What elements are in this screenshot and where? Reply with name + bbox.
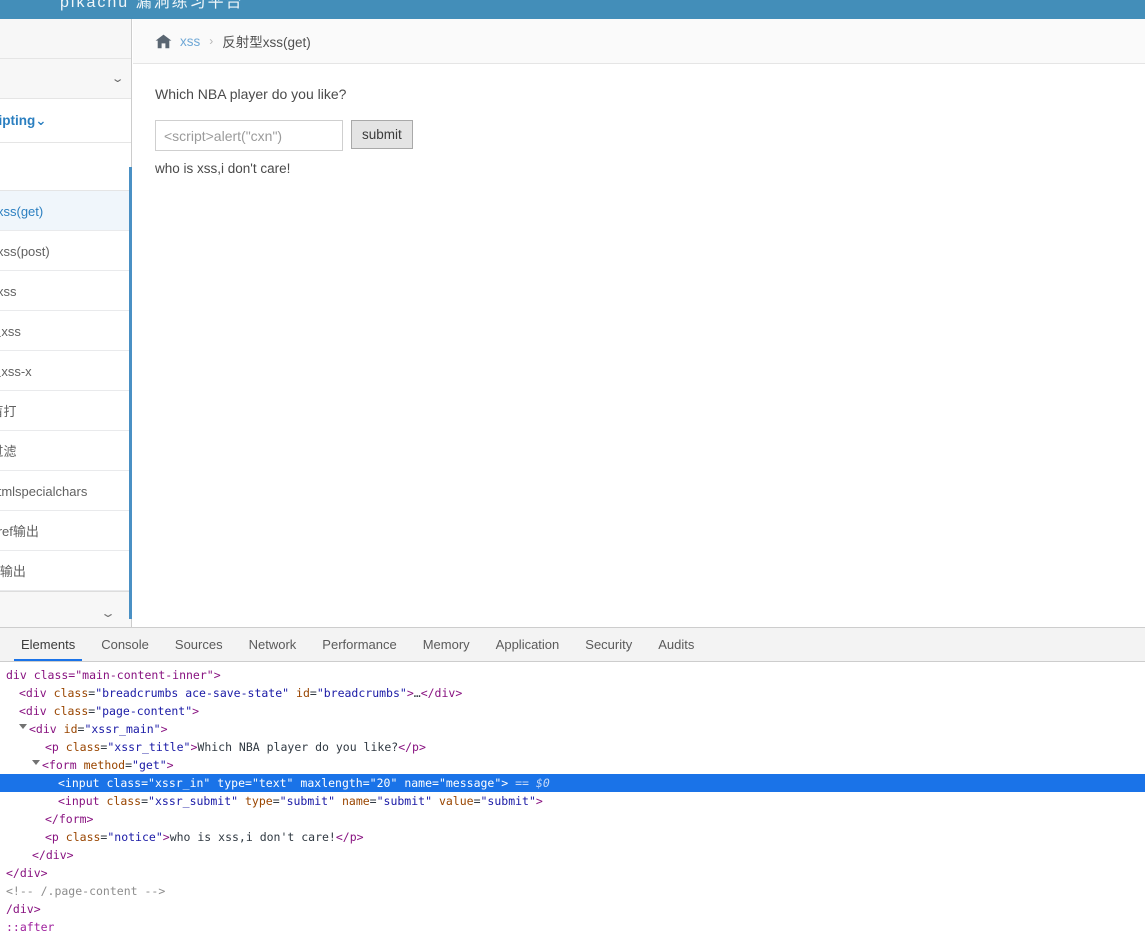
top-navbar-title: pikachu 漏洞练习平台 xyxy=(60,0,244,11)
browser-viewport: 言语译⌄te Scripting⌄反射型xss(get)反射型xss(post)… xyxy=(0,19,1145,627)
sidebar: 言语译⌄te Scripting⌄反射型xss(get)反射型xss(post)… xyxy=(0,19,132,627)
sidebar-subitem-5[interactable]: xss之盲打 xyxy=(0,391,131,431)
devtools-tab-sources[interactable]: Sources xyxy=(162,628,236,661)
sidebar-subitem-8[interactable]: xss之href输出 xyxy=(0,511,131,551)
page-content: Which NBA player do you like? who is xss… xyxy=(133,64,1145,176)
sidebar-subitem-label: xss之href输出 xyxy=(0,524,39,539)
notice-text: who is xss,i don't care! xyxy=(155,161,291,176)
sidebar-subitem-label: xss之过滤 xyxy=(0,444,17,459)
dom-line-5[interactable]: <form method="get"> xyxy=(0,756,1145,774)
breadcrumb-separator: › xyxy=(209,34,214,48)
sidebar-item-0[interactable]: 言语 xyxy=(0,19,131,59)
disclosure-triangle-icon[interactable] xyxy=(19,724,27,733)
sidebar-item-1[interactable]: 译⌄ xyxy=(0,59,131,99)
home-icon[interactable] xyxy=(155,34,172,49)
dom-line-9[interactable]: <p class="notice">who is xss,i don't car… xyxy=(0,828,1145,846)
devtools-tab-console[interactable]: Console xyxy=(88,628,162,661)
app-root: pikachu 漏洞练习平台 言语译⌄te Scripting⌄反射型xss(g… xyxy=(0,0,1145,936)
dom-line-8[interactable]: </form> xyxy=(0,810,1145,828)
breadcrumb-link-xss[interactable]: xss xyxy=(180,34,200,49)
dom-line-4[interactable]: <p class="xssr_title">Which NBA player d… xyxy=(0,738,1145,756)
breadcrumb-current: 反射型xss(get) xyxy=(222,35,311,50)
sidebar-collapse-toggle[interactable]: ⌄ xyxy=(0,591,131,627)
sidebar-subitem-3[interactable]: DOM型xss xyxy=(0,311,131,351)
dom-line-12[interactable]: <!-- /.page-content --> xyxy=(0,882,1145,900)
devtools-tab-performance[interactable]: Performance xyxy=(309,628,409,661)
disclosure-triangle-icon[interactable] xyxy=(32,760,40,769)
sidebar-subitem-label: 存储型xss xyxy=(0,284,17,299)
sidebar-subitem-0[interactable]: 反射型xss(get) xyxy=(0,191,131,231)
dom-line-7[interactable]: <input class="xssr_submit" type="submit"… xyxy=(0,792,1145,810)
page-title: Which NBA player do you like? xyxy=(155,86,347,102)
dom-line-1[interactable]: <div class="breadcrumbs ace-save-state" … xyxy=(0,684,1145,702)
devtools-panel: Elements Console Sources Network Performance… xyxy=(0,627,1145,936)
sidebar-subitem-label: xss之盲打 xyxy=(0,404,17,419)
message-input[interactable] xyxy=(155,120,343,151)
chevron-down-icon: ⌄ xyxy=(35,112,47,128)
devtools-dom-tree[interactable]: div class="main-content-inner"> <div clas… xyxy=(0,662,1145,936)
sidebar-subitem-label: 反射型xss(post) xyxy=(0,244,50,259)
sidebar-subitem-label: DOM型xss xyxy=(0,324,21,339)
main-content: xss › 反射型xss(get) Which NBA player do yo… xyxy=(133,19,1145,627)
devtools-tab-bar: Elements Console Sources Network Performance… xyxy=(0,628,1145,662)
top-navbar: pikachu 漏洞练习平台 xyxy=(0,0,1145,19)
sidebar-subitem-label: xss之htmlspecialchars xyxy=(0,484,88,499)
devtools-tab-audits[interactable]: Audits xyxy=(645,628,707,661)
sidebar-scroll: 言语译⌄te Scripting⌄反射型xss(get)反射型xss(post)… xyxy=(0,19,131,591)
sidebar-subitem-6[interactable]: xss之过滤 xyxy=(0,431,131,471)
sidebar-subitem-label: 反射型xss(get) xyxy=(0,204,44,219)
devtools-tab-application[interactable]: Application xyxy=(483,628,573,661)
sidebar-item-label: 译 xyxy=(0,69,107,88)
sidebar-subitem-9[interactable]: xss之js输出 xyxy=(0,551,131,591)
chevron-down-icon: ⌄ xyxy=(110,73,125,85)
devtools-tab-network[interactable]: Network xyxy=(236,628,310,661)
sidebar-item-label: 言语 xyxy=(0,29,122,48)
dom-line-10[interactable]: </div> xyxy=(0,846,1145,864)
dom-line-11[interactable]: </div> xyxy=(0,864,1145,882)
dom-line-0[interactable]: div class="main-content-inner"> xyxy=(0,666,1145,684)
xss-form xyxy=(155,120,1145,151)
submit-button[interactable] xyxy=(351,120,413,149)
dom-line-13[interactable]: /div> xyxy=(0,900,1145,918)
sidebar-subitem-label: DOM型xss-x xyxy=(0,364,32,379)
sidebar-active-rail xyxy=(129,167,132,619)
chevron-down-icon: ⌄ xyxy=(99,606,117,620)
sidebar-subitem-label: xss之js输出 xyxy=(0,564,26,579)
dom-line-14[interactable]: ::after xyxy=(0,918,1145,936)
sidebar-spacer xyxy=(0,143,131,191)
sidebar-subitem-7[interactable]: xss之htmlspecialchars xyxy=(0,471,131,511)
dom-line-2[interactable]: <div class="page-content"> xyxy=(0,702,1145,720)
sidebar-subitem-2[interactable]: 存储型xss xyxy=(0,271,131,311)
dom-line-3[interactable]: <div id="xssr_main"> xyxy=(0,720,1145,738)
devtools-tab-memory[interactable]: Memory xyxy=(410,628,483,661)
breadcrumb: xss › 反射型xss(get) xyxy=(133,19,1145,64)
sidebar-subitem-1[interactable]: 反射型xss(post) xyxy=(0,231,131,271)
dom-line-6[interactable]: <input class="xssr_in" type="text" maxle… xyxy=(0,774,1145,792)
sidebar-item-label: te Scripting xyxy=(0,113,36,128)
sidebar-item-2[interactable]: te Scripting⌄ xyxy=(0,99,131,143)
devtools-tab-security[interactable]: Security xyxy=(572,628,645,661)
sidebar-subitem-4[interactable]: DOM型xss-x xyxy=(0,351,131,391)
devtools-tab-elements[interactable]: Elements xyxy=(8,628,88,661)
